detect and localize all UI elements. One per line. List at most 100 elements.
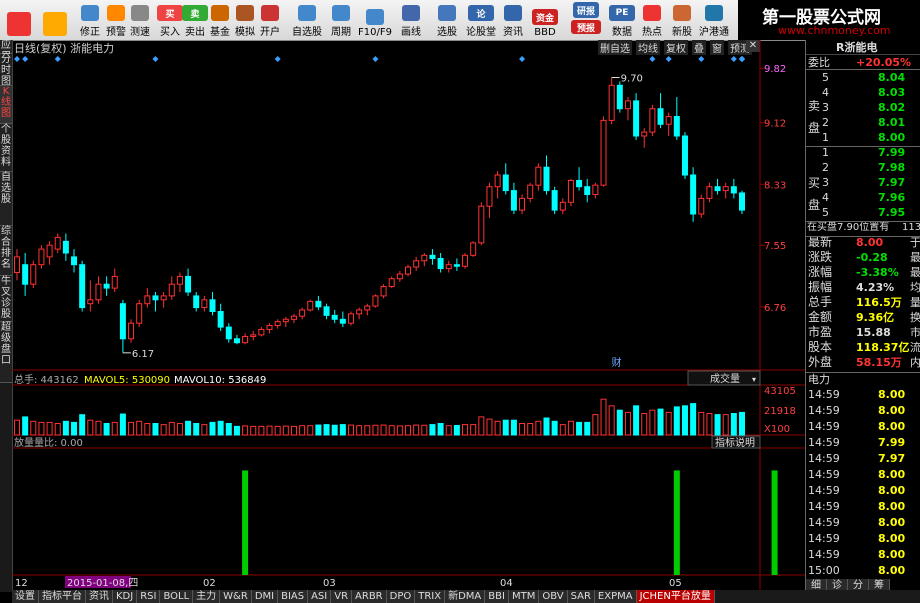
sell-price: 8.04 bbox=[878, 71, 906, 84]
volume-bar bbox=[111, 421, 118, 436]
indicator-tab[interactable]: 资讯 bbox=[86, 590, 113, 603]
toolbar-select-button[interactable]: 选股 bbox=[432, 2, 462, 38]
toolbar-research-button[interactable]: 研报 bbox=[568, 2, 604, 20]
indicator-tab[interactable]: OBV bbox=[539, 590, 568, 603]
event-diamond-icon[interactable] bbox=[739, 56, 745, 62]
volume-bar bbox=[649, 409, 656, 436]
toolbar-up-down-button[interactable]: 修正 bbox=[78, 2, 102, 38]
toolbar-gavel-button[interactable]: 模拟 bbox=[233, 2, 257, 38]
toolbar-news-button[interactable]: 资讯 bbox=[500, 2, 526, 38]
indicator-tab[interactable]: VR bbox=[331, 590, 353, 603]
candle-body bbox=[714, 186, 721, 192]
toolbar-buy-button[interactable]: 买买入 bbox=[157, 2, 183, 38]
volume-bar bbox=[103, 423, 110, 436]
candle-body bbox=[136, 303, 143, 324]
left-tab-3[interactable]: 个股资料 bbox=[0, 124, 12, 172]
volume-bar bbox=[144, 423, 151, 436]
volume-bar bbox=[176, 423, 183, 436]
toolbar-new-stock-button[interactable]: 新股 bbox=[668, 2, 696, 38]
left-tab-4[interactable]: 自选股 bbox=[0, 172, 12, 226]
volume-bar bbox=[714, 414, 721, 436]
candle-body bbox=[657, 108, 664, 125]
indicator-tab[interactable]: KDJ bbox=[113, 590, 138, 603]
indicator-tab[interactable]: DPO bbox=[386, 590, 416, 603]
toolbar-alarm-button[interactable]: 预警 bbox=[105, 2, 127, 38]
indicator-tab[interactable]: DMI bbox=[251, 590, 279, 603]
stat-suffix: 最 bbox=[910, 251, 920, 264]
indicator-tab[interactable]: W&R bbox=[220, 590, 252, 603]
candle bbox=[649, 104, 656, 136]
indicator-tab[interactable]: BIAS bbox=[278, 590, 309, 603]
indicator-tab[interactable]: BOLL bbox=[160, 590, 194, 603]
toolbar-pe-button[interactable]: PE 数据 bbox=[608, 2, 636, 38]
toolbar-grid-button[interactable] bbox=[6, 2, 32, 38]
toolbar-fund-button[interactable]: 基金 bbox=[208, 2, 232, 38]
toolbar-f10-button[interactable]: F10/F9 bbox=[358, 2, 392, 38]
indicator-tab[interactable]: BBI bbox=[485, 590, 509, 603]
toolbar-clock-button[interactable]: 测速 bbox=[128, 2, 152, 38]
volume-bar bbox=[250, 425, 257, 436]
event-diamond-icon[interactable] bbox=[698, 56, 705, 62]
candle-body bbox=[396, 273, 403, 280]
toolbar-hk-connect-button[interactable]: 沪港通 bbox=[697, 2, 731, 38]
left-tab-2[interactable]: K线图 bbox=[0, 86, 12, 124]
event-diamond-icon[interactable] bbox=[54, 56, 61, 62]
event-label[interactable]: 财 bbox=[612, 356, 622, 369]
sell-level: 1 bbox=[822, 131, 829, 144]
buy-row: 5 7.95 bbox=[806, 205, 920, 220]
volume-bar bbox=[128, 421, 135, 436]
toolbar-sell-button[interactable]: 卖卖出 bbox=[182, 2, 208, 38]
hk-connect-icon bbox=[705, 5, 723, 21]
indicator-tab[interactable]: 指标平台 bbox=[39, 590, 86, 603]
toolbar-limit-button[interactable]: 预报 bbox=[568, 20, 604, 38]
indicator-tab[interactable]: RSI bbox=[137, 590, 161, 603]
stat-suffix: 最 bbox=[910, 266, 920, 279]
indicator-tab[interactable]: JCHEN平台放量 bbox=[636, 590, 715, 603]
indicator-tab[interactable]: 新DMA bbox=[445, 590, 486, 603]
toolbar-portfolio-button[interactable]: 自选股 bbox=[290, 2, 324, 38]
indicator-tab[interactable]: TRIX bbox=[415, 590, 446, 603]
indicator-tab[interactable]: ARBR bbox=[352, 590, 387, 603]
candle-body bbox=[494, 174, 501, 188]
event-diamond-icon[interactable] bbox=[22, 56, 29, 62]
toolbar-label: 测速 bbox=[130, 27, 150, 38]
event-diamond-icon[interactable] bbox=[372, 56, 379, 62]
toolbar-account-button[interactable]: 开户 bbox=[258, 2, 282, 38]
event-diamond-icon[interactable] bbox=[14, 56, 20, 62]
event-diamond-icon[interactable] bbox=[152, 56, 159, 62]
left-tab-6[interactable]: 牛叉诊股 bbox=[0, 276, 12, 322]
volume-bar bbox=[730, 413, 737, 436]
volume-bar bbox=[315, 424, 322, 436]
kline-chart[interactable]: 9.82 9.12 8.33 7.55 6.76 9.70 6.17 财总手: 443162 M… bbox=[12, 40, 805, 590]
event-diamond-icon[interactable] bbox=[519, 56, 526, 62]
volume-bar bbox=[331, 424, 338, 436]
toolbar-pen-button[interactable]: 画线 bbox=[394, 2, 428, 38]
toolbar-hot-button[interactable]: 热点 bbox=[638, 2, 666, 38]
event-diamond-icon[interactable] bbox=[730, 56, 737, 62]
indicator-tab[interactable]: SAR bbox=[567, 590, 595, 603]
sell-price: 8.03 bbox=[878, 86, 906, 99]
toolbar-period-button[interactable]: 周期 bbox=[326, 2, 356, 38]
volume-bar bbox=[616, 409, 623, 436]
indicator-tab[interactable]: 设置 bbox=[12, 590, 39, 603]
toolbar-back-arrow-button[interactable] bbox=[40, 2, 70, 38]
left-tab-0[interactable]: 应用 bbox=[0, 40, 12, 62]
indicator-tab[interactable]: ASI bbox=[308, 590, 332, 603]
candle bbox=[250, 331, 257, 341]
toolbar-fund-flow-button[interactable]: 资金 BBD bbox=[528, 2, 562, 38]
indicator-tab[interactable]: 主力 bbox=[193, 590, 221, 603]
candle bbox=[690, 167, 697, 222]
indicator-tab[interactable]: EXPMA bbox=[594, 590, 637, 603]
left-tab-5[interactable]: 综合排名 bbox=[0, 226, 12, 276]
left-tab-1[interactable]: 分时图 bbox=[0, 54, 12, 87]
tick-time: 14:59 bbox=[808, 516, 840, 529]
volume-bar bbox=[160, 424, 167, 436]
indicator-tab[interactable]: MTM bbox=[508, 590, 540, 603]
left-tab-7[interactable]: 超级盘口 bbox=[0, 322, 12, 383]
event-diamond-icon[interactable] bbox=[274, 56, 281, 62]
event-diamond-icon[interactable] bbox=[649, 56, 656, 62]
event-diamond-icon[interactable] bbox=[665, 56, 672, 62]
volume-bar bbox=[462, 424, 469, 436]
toolbar-forum-button[interactable]: 论论股堂 bbox=[466, 2, 496, 38]
volume-bar bbox=[168, 421, 175, 436]
